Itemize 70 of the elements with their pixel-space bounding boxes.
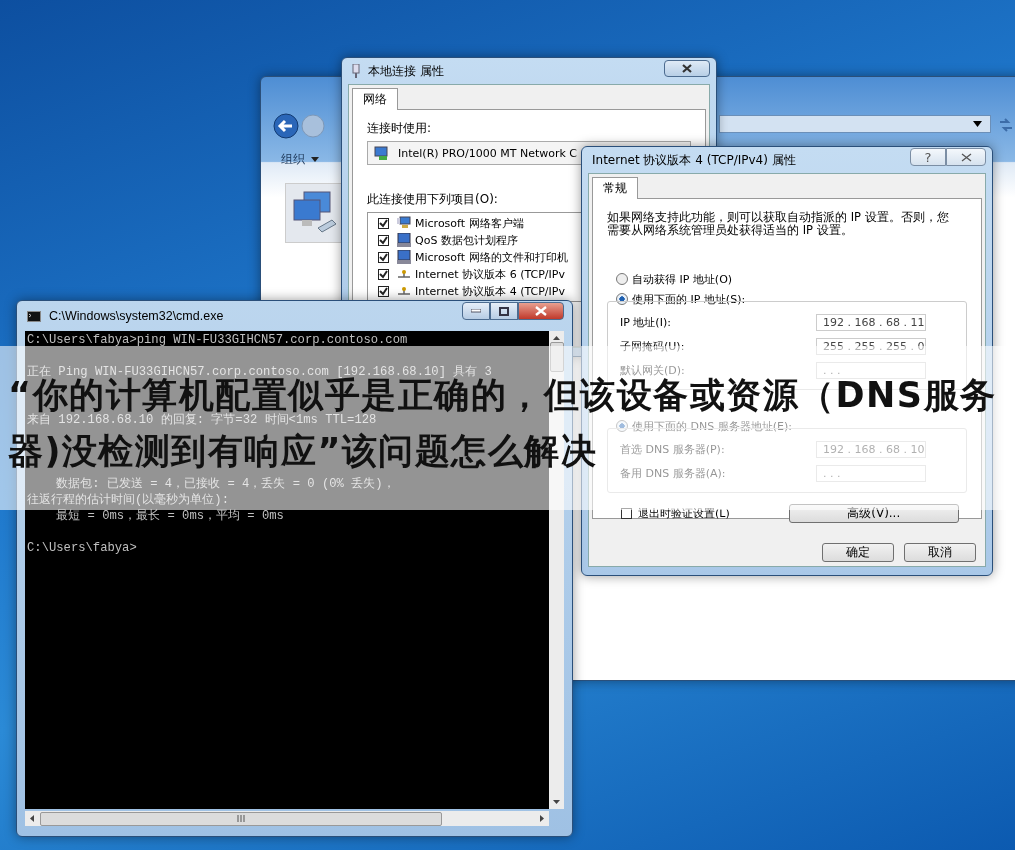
close-icon <box>682 63 692 73</box>
scrollbar-thumb[interactable] <box>40 811 442 826</box>
component-label[interactable]: Internet 协议版本 4 (TCP/IPv <box>415 283 565 299</box>
maximize-icon <box>499 306 509 316</box>
caret-icon <box>311 156 319 162</box>
headline-text: “你的计算机配置似乎是正确的，但该设备或资源（DNS服务 <box>8 378 997 413</box>
dropdown-caret-icon[interactable] <box>973 121 982 127</box>
console-line: 正在 Ping WIN-FU33GIHCN57.corp.contoso.com [192.168.68.10] 具有 3 <box>27 364 492 379</box>
monitor-icon <box>396 250 412 264</box>
minimize-icon <box>471 309 481 313</box>
advanced-button[interactable]: 高级(V)... <box>788 504 959 523</box>
field-label: IP 地址(I): <box>620 315 671 330</box>
maximize-button[interactable] <box>490 302 518 320</box>
checkbox[interactable] <box>621 508 632 519</box>
close-icon <box>535 306 547 316</box>
component-label[interactable]: Microsoft 网络客户端 <box>415 215 524 231</box>
close-button[interactable] <box>946 148 986 166</box>
horizontal-scrollbar[interactable] <box>25 811 549 826</box>
console-icon <box>27 310 41 322</box>
checkbox[interactable] <box>378 268 389 280</box>
tab[interactable]: 网络 <box>352 88 398 110</box>
field-label: 默认网关(D): <box>620 363 685 378</box>
connect-using-label: 连接时使用: <box>367 120 433 137</box>
scroll-left-arrow-icon[interactable] <box>30 815 34 822</box>
grip-icon <box>237 815 245 822</box>
tab[interactable]: 常规 <box>592 177 638 199</box>
component-label[interactable]: Microsoft 网络的文件和打印机 <box>415 249 568 265</box>
console-line: C:\Users\fabya>ping WIN-FU33GIHCN57.corp.contoso.com <box>27 332 408 348</box>
window-title: 本地连接 属性 <box>368 62 445 80</box>
network-protocol-icon <box>396 269 412 279</box>
console-line: 最短 = 0ms，最长 = 0ms，平均 = 0ms <box>55 508 284 524</box>
minimize-button[interactable] <box>462 302 490 320</box>
scrollbar-thumb[interactable] <box>549 342 564 372</box>
console-line: C:\Users\fabya> <box>27 540 137 556</box>
scroll-up-arrow-icon[interactable] <box>553 336 560 340</box>
scroll-down-arrow-icon[interactable] <box>553 800 560 804</box>
checkbox[interactable] <box>378 234 389 246</box>
checkbox[interactable] <box>378 251 389 263</box>
network-adapter-icon <box>374 145 390 161</box>
console-line: 来自 192.168.68.10 的回复: 字节=32 时间<1ms TTL=128 <box>27 413 377 428</box>
field-label: 备用 DNS 服务器(A): <box>620 466 726 481</box>
network-cable-icon <box>352 64 360 78</box>
dialog-title: Internet 协议版本 4 (TCP/IPv4) 属性 <box>592 151 797 169</box>
radio-button[interactable] <box>616 273 628 285</box>
dialog-button[interactable]: 确定 <box>822 543 894 562</box>
description-text: 如果网络支持此功能，则可以获取自动指派的 IP 设置。否则，您需要从网络系统管理员处获得适当的 IP 设置。 <box>607 211 950 237</box>
close-button[interactable] <box>664 59 710 77</box>
organize-menu-button[interactable]: 组织 <box>269 148 331 170</box>
monitor-icon <box>396 233 412 247</box>
checkbox[interactable] <box>378 217 389 229</box>
help-button[interactable]: ? <box>910 148 946 166</box>
console-line: 往返行程的估计时间(以毫秒为单位): <box>27 492 229 508</box>
radio-label[interactable]: 自动获得 IP 地址(O) <box>632 271 733 287</box>
dialog-button[interactable]: 取消 <box>904 543 976 562</box>
field-label: 子网掩码(U): <box>620 339 685 354</box>
checkbox[interactable] <box>378 285 389 297</box>
component-label[interactable]: Internet 协议版本 6 (TCP/IPv <box>415 266 565 282</box>
field-label: 首选 DNS 服务器(P): <box>620 442 725 457</box>
close-button[interactable] <box>518 302 564 320</box>
network-protocol-icon <box>396 286 412 296</box>
ip-address-field[interactable]: 192 . 168 . 68 . 11 <box>816 314 926 331</box>
window-title: C:\Windows\system32\cmd.exe <box>49 309 225 323</box>
scroll-right-arrow-icon[interactable] <box>540 815 544 822</box>
close-icon <box>960 152 972 162</box>
items-label: 此连接使用下列项目(O): <box>367 191 499 208</box>
console-line: 数据包: 已发送 = 4，已接收 = 4，丢失 = 0 (0% 丢失)， <box>55 476 395 492</box>
checkbox-label[interactable]: 退出时验证设置(L) <box>638 506 787 521</box>
computer-icon <box>396 216 412 230</box>
adapter-name: Intel(R) PRO/1000 MT Network C <box>398 146 578 160</box>
component-label[interactable]: QoS 数据包计划程序 <box>415 232 518 248</box>
